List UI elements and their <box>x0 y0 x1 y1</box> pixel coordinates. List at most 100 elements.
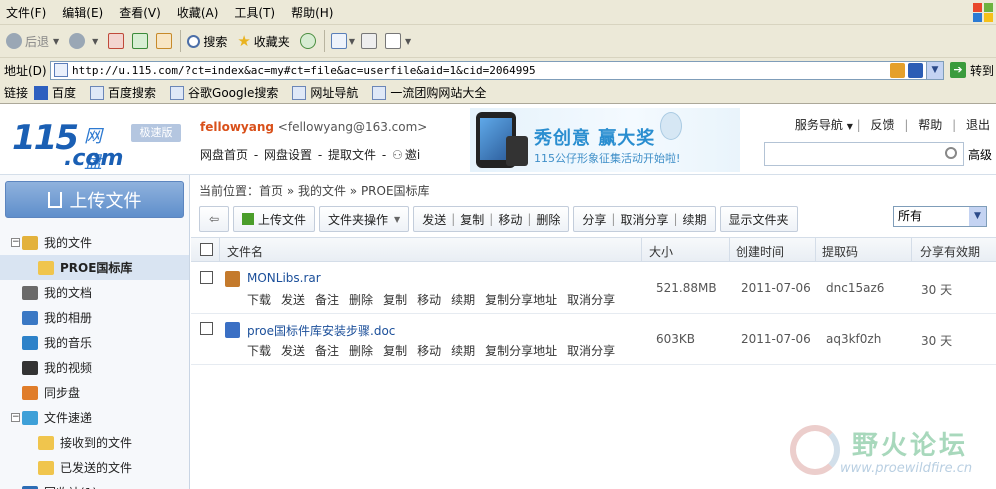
sidebar-item[interactable]: 同步盘 <box>0 380 189 405</box>
link-google-search[interactable]: 谷歌Google搜索 <box>170 84 278 101</box>
share-button[interactable]: 分享 <box>582 211 606 228</box>
nav-home[interactable]: 网盘首页 <box>200 148 248 162</box>
show-folders-button[interactable]: 显示文件夹 <box>719 206 798 232</box>
history-icon[interactable] <box>299 33 316 49</box>
select-all-checkbox[interactable] <box>200 243 213 256</box>
table-row[interactable]: proe国标件库安装步骤.doc 下载 发送 备注 删除 复制 移动 续期 复制分享地址 取消分享… <box>191 314 996 365</box>
row-action-link[interactable]: 删除 <box>349 344 373 358</box>
row-action-link[interactable]: 移动 <box>417 344 441 358</box>
address-url[interactable]: http://u.115.com/?ct=index&ac=my#ct=file… <box>72 64 536 77</box>
row-action-link[interactable]: 备注 <box>315 344 339 358</box>
home-icon[interactable] <box>156 33 173 49</box>
collapse-toggle[interactable]: − <box>11 413 20 422</box>
search-icon[interactable] <box>945 147 957 159</box>
file-name[interactable]: MONLibs.rar <box>247 271 321 285</box>
col-name[interactable]: 文件名 <box>227 243 263 260</box>
folder-ops-dropdown[interactable]: 文件夹操作 ▼ <box>319 206 410 232</box>
table-row[interactable]: MONLibs.rar 下载 发送 备注 删除 复制 移动 续期 复制分享地址 取消分享 521.8… <box>191 263 996 314</box>
menu-edit[interactable]: 编辑(E) <box>62 4 103 21</box>
sidebar-item[interactable]: 我的音乐 <box>0 330 189 355</box>
service-nav-dropdown[interactable]: 服务导航 ▼ <box>795 118 853 132</box>
link-baidu[interactable]: 百度 <box>34 84 76 101</box>
edit-word-icon[interactable] <box>384 33 401 49</box>
link-tuangou[interactable]: 一流团购网站大全 <box>372 84 486 101</box>
row-action-link[interactable]: 移动 <box>417 293 441 307</box>
copy-button[interactable]: 复制 <box>460 211 484 228</box>
link-baidu-search[interactable]: 百度搜索 <box>90 84 156 101</box>
search-button[interactable]: 搜索 <box>187 33 227 50</box>
menu-view[interactable]: 查看(V) <box>119 4 161 21</box>
row-action-link[interactable]: 复制 <box>383 293 407 307</box>
stop-icon[interactable] <box>108 33 125 49</box>
menu-file[interactable]: 文件(F) <box>6 4 46 21</box>
row-action-link[interactable]: 复制分享地址 <box>485 344 557 358</box>
feedback-link[interactable]: 反馈 <box>871 118 895 132</box>
send-button[interactable]: 发送 <box>422 211 446 228</box>
back-button[interactable]: ⇦ <box>199 206 229 232</box>
row-action-link[interactable]: 取消分享 <box>567 293 615 307</box>
upload-button[interactable]: 上传文件 <box>5 181 184 218</box>
nav-settings[interactable]: 网盘设置 <box>264 148 312 162</box>
menu-tools[interactable]: 工具(T) <box>234 4 275 21</box>
help-link[interactable]: 帮助 <box>918 118 942 132</box>
row-action-link[interactable]: 发送 <box>281 293 305 307</box>
chevron-down-icon[interactable]: ▼ <box>349 37 355 46</box>
row-action-link[interactable]: 续期 <box>451 293 475 307</box>
row-action-link[interactable]: 续期 <box>451 344 475 358</box>
back-button[interactable]: 后退 ▼ <box>6 33 59 50</box>
nav-invite[interactable]: 邀i <box>405 148 420 162</box>
logout-link[interactable]: 退出 <box>966 118 990 132</box>
sidebar-item[interactable]: − 我的文件 <box>0 230 189 255</box>
addon-icon[interactable] <box>908 62 923 78</box>
col-size[interactable]: 大小 <box>649 243 673 260</box>
username[interactable]: fellowyang <box>200 120 274 134</box>
row-action-link[interactable]: 发送 <box>281 344 305 358</box>
sidebar-item[interactable]: − 文件速递 <box>0 405 189 430</box>
address-field[interactable]: http://u.115.com/?ct=index&ac=my#ct=file… <box>50 60 944 80</box>
delete-button[interactable]: 删除 <box>536 211 560 228</box>
row-checkbox[interactable] <box>200 271 213 284</box>
promo-banner[interactable]: 秀创意 赢大奖 115公仔形象征集活动开始啦! <box>470 108 740 172</box>
sidebar-item[interactable]: 接收到的文件 <box>0 430 189 455</box>
sidebar-item[interactable]: 我的文档 <box>0 280 189 305</box>
unshare-button[interactable]: 取消分享 <box>620 211 668 228</box>
row-action-link[interactable]: 复制 <box>383 344 407 358</box>
col-created[interactable]: 创建时间 <box>736 243 784 260</box>
sidebar-item[interactable]: 已发送的文件 <box>0 455 189 480</box>
refresh-icon[interactable] <box>132 33 149 49</box>
sidebar-item[interactable]: 我的视频 <box>0 355 189 380</box>
speed-badge[interactable]: 极速版 <box>131 124 181 142</box>
nav-extract[interactable]: 提取文件 <box>328 148 376 162</box>
row-action-link[interactable]: 下载 <box>247 293 271 307</box>
logo-115[interactable]: 115 网盘 .com <box>12 118 123 173</box>
go-button[interactable]: ➔ 转到 <box>950 62 994 79</box>
col-code[interactable]: 提取码 <box>822 243 858 260</box>
address-dropdown[interactable]: ▼ <box>926 61 943 79</box>
row-action-link[interactable]: 备注 <box>315 293 339 307</box>
upload-file-button[interactable]: 上传文件 <box>233 206 316 232</box>
sidebar-item[interactable]: PROE国标库 <box>0 255 189 280</box>
file-type-filter[interactable]: 所有 ▼ <box>893 206 987 227</box>
file-name[interactable]: proe国标件库安装步骤.doc <box>247 322 395 339</box>
addon-icon[interactable] <box>890 62 905 78</box>
row-checkbox[interactable] <box>200 322 213 335</box>
favorites-button[interactable]: ★ 收藏夹 <box>237 32 289 50</box>
link-nav[interactable]: 网址导航 <box>292 84 358 101</box>
sidebar-item[interactable]: 回收站(1) <box>0 480 189 489</box>
row-action-link[interactable]: 取消分享 <box>567 344 615 358</box>
sidebar-item[interactable]: 我的相册 <box>0 305 189 330</box>
forward-button[interactable]: ▼ <box>69 33 98 49</box>
advanced-search-link[interactable]: 高级 <box>968 146 992 163</box>
move-button[interactable]: 移动 <box>498 211 522 228</box>
renew-button[interactable]: 续期 <box>683 211 707 228</box>
chevron-down-icon[interactable]: ▼ <box>405 37 411 46</box>
menu-help[interactable]: 帮助(H) <box>291 4 333 21</box>
row-action-link[interactable]: 删除 <box>349 293 373 307</box>
row-action-link[interactable]: 下载 <box>247 344 271 358</box>
col-expire[interactable]: 分享有效期 <box>920 243 980 260</box>
menu-favorites[interactable]: 收藏(A) <box>177 4 219 21</box>
row-action-link[interactable]: 复制分享地址 <box>485 293 557 307</box>
print-icon[interactable] <box>360 33 377 49</box>
mail-icon[interactable] <box>330 33 347 49</box>
collapse-toggle[interactable]: − <box>11 238 20 247</box>
